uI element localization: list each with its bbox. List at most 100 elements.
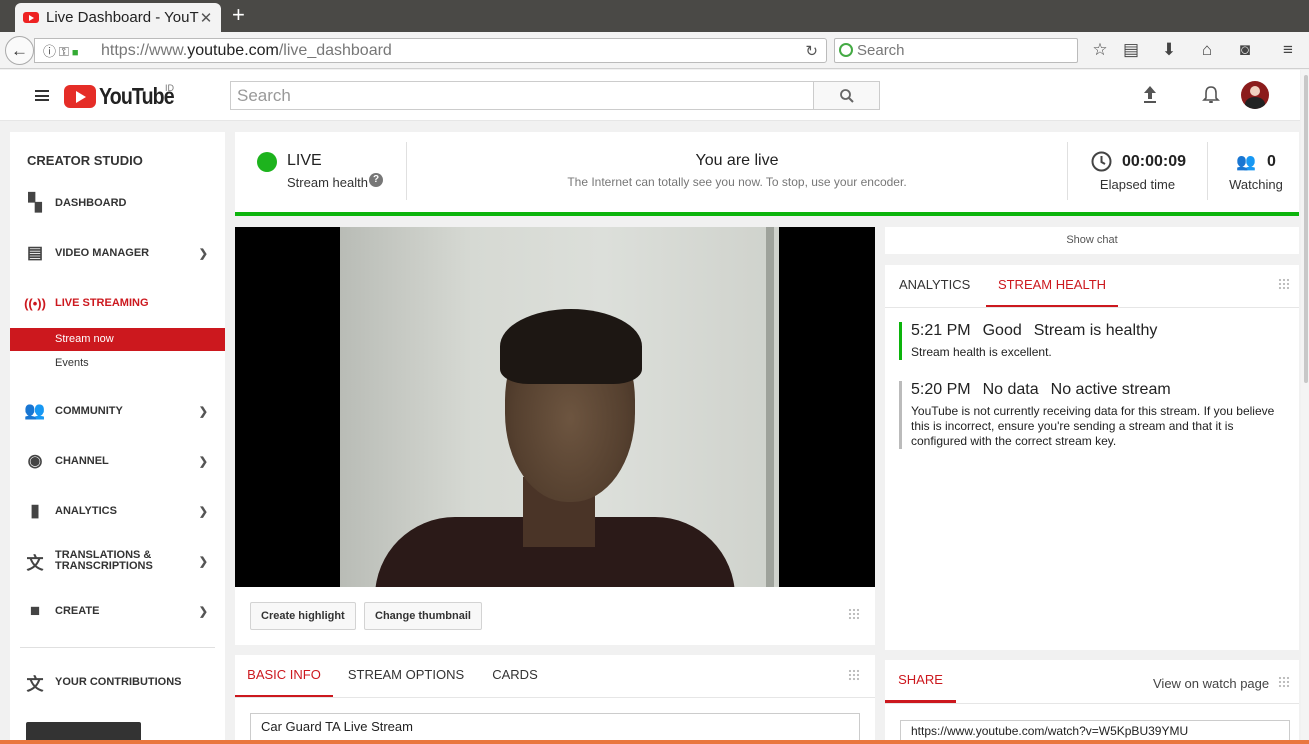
analytics-icon: ▮ [30, 501, 40, 520]
notifications-bell-icon[interactable] [1202, 85, 1220, 105]
watching-count: 0 [1267, 153, 1276, 170]
elapsed-time-value: 00:00:09 [1122, 153, 1187, 170]
stream-title-input[interactable]: Car Guard TA Live Stream [250, 713, 860, 741]
reload-icon[interactable]: ↻ [805, 42, 818, 60]
entry-time: 5:21 PM [911, 322, 971, 339]
browser-tab[interactable]: Live Dashboard - YouTube ✕ [15, 3, 221, 32]
chevron-down-icon[interactable]: ❯ [199, 505, 208, 518]
tab-share[interactable]: SHARE [885, 660, 956, 703]
search-engine-icon [839, 43, 853, 57]
youtube-logo[interactable]: YouTube ID [64, 83, 187, 109]
site-info-icon[interactable]: ⓘ⚿■ [35, 41, 101, 60]
elapsed-time-label: Elapsed time [1099, 177, 1176, 192]
stream-health-panel: ANALYTICS STREAM HEALTH 5:21 PM Good Strea… [885, 265, 1299, 650]
youtube-favicon-icon [23, 12, 39, 23]
entry-summary: Stream is healthy [1033, 322, 1158, 339]
sidebar-item-dashboard[interactable]: ▚ DASHBOARD [10, 188, 225, 218]
sidebar-item-community[interactable]: 👥 COMMUNITY ❯ [10, 396, 225, 426]
health-entry: 5:20 PM No data No active stream YouTube i… [899, 381, 1289, 449]
taskbar-edge [0, 740, 1309, 744]
channel-icon: ◉ [27, 451, 43, 470]
create-icon: ■ [29, 601, 41, 620]
sidebar-item-contributions[interactable]: 文 YOUR CONTRIBUTIONS [10, 667, 225, 697]
entry-detail: YouTube is not currently receiving data … [911, 404, 1275, 448]
hamburger-menu-icon[interactable] [35, 90, 49, 101]
show-chat-button[interactable]: Show chat [885, 227, 1299, 254]
sidebar-item-channel[interactable]: ◉ CHANNEL ❯ [10, 446, 225, 476]
entry-summary: No active stream [1050, 381, 1171, 398]
stream-health-label: Stream health [287, 175, 368, 190]
tab-analytics[interactable]: ANALYTICS [899, 265, 970, 308]
scrollbar-thumb[interactable] [1304, 75, 1308, 383]
change-thumbnail-button[interactable]: Change thumbnail [364, 602, 482, 630]
download-icon[interactable]: ⬇ [1158, 40, 1180, 60]
back-button[interactable]: ← [5, 36, 34, 65]
reading-list-icon[interactable]: ▤ [1120, 40, 1142, 60]
sidebar-subitem-events[interactable]: Events [10, 352, 225, 375]
url-path: /live_dashboard [278, 41, 392, 59]
sidebar-item-label: VIDEO MANAGER [55, 247, 150, 259]
live-subline: The Internet can totally see you now. To… [567, 175, 907, 189]
sidebar-item-create[interactable]: ■ CREATE ❯ [10, 596, 225, 626]
chevron-down-icon[interactable]: ❯ [199, 247, 208, 260]
video-manager-icon: ▤ [26, 243, 44, 262]
stream-info-panel: BASIC INFO STREAM OPTIONS CARDS Car Guar… [235, 655, 875, 744]
chevron-down-icon[interactable]: ❯ [199, 455, 208, 468]
video-preview[interactable] [235, 227, 875, 587]
sidebar-item-live-streaming[interactable]: ((•)) LIVE STREAMING [10, 288, 225, 318]
tab-cards[interactable]: CARDS [483, 655, 547, 698]
sidebar-item-analytics[interactable]: ▮ ANALYTICS ❯ [10, 496, 225, 526]
drag-handle-icon[interactable] [1278, 676, 1290, 688]
upload-icon[interactable] [1142, 85, 1158, 105]
entry-status: No data [982, 381, 1039, 398]
sidebar-item-translations[interactable]: 文 TRANSLATIONS & TRANSCRIPTIONS ❯ [10, 546, 225, 576]
lock-icon: ■ [71, 47, 82, 59]
browser-nav-bar: ← ⓘ⚿■ https://www. youtube.com/live_dashb… [0, 32, 1309, 69]
bookmark-star-icon[interactable]: ☆ [1089, 40, 1111, 60]
avatar[interactable] [1241, 81, 1269, 109]
live-icon: ((•)) [24, 295, 46, 311]
tab-stream-options[interactable]: STREAM OPTIONS [343, 655, 469, 698]
tab-close-icon[interactable]: ✕ [199, 9, 213, 27]
contributions-icon: 文 [26, 674, 44, 694]
live-status-dot [257, 152, 277, 172]
chevron-down-icon[interactable]: ❯ [199, 605, 208, 618]
live-label: LIVE [287, 152, 322, 169]
search-input[interactable]: Search [230, 81, 814, 110]
entry-time: 5:20 PM [911, 381, 971, 398]
sidebar-item-label: TRANSLATIONS & TRANSCRIPTIONS [55, 549, 153, 572]
search-icon [839, 89, 854, 103]
chevron-down-icon[interactable]: ❯ [199, 405, 208, 418]
tab-stream-health[interactable]: STREAM HEALTH [986, 265, 1118, 308]
drag-handle-icon[interactable] [1278, 278, 1290, 290]
url-prefix: https://www. [101, 41, 188, 59]
community-icon: 👥 [24, 401, 46, 420]
live-headline: You are live [695, 152, 779, 169]
pocket-icon[interactable]: ◙ [1234, 40, 1256, 60]
tab-divider [885, 703, 1299, 704]
view-on-watch-page-link[interactable]: View on watch page [1153, 676, 1269, 691]
create-highlight-button[interactable]: Create highlight [250, 602, 356, 630]
search-button[interactable] [813, 81, 880, 110]
entry-status: Good [982, 322, 1022, 339]
browser-search-input[interactable]: Search [834, 38, 1078, 63]
sidebar-subitem-stream-now[interactable]: Stream now [10, 328, 225, 351]
video-subject-hair [500, 309, 642, 384]
sidebar-item-label: CREATE [55, 605, 100, 617]
tab-basic-info[interactable]: BASIC INFO [235, 655, 333, 698]
translate-icon: 文 [26, 553, 44, 573]
viewers-icon: 👥 [1236, 154, 1256, 171]
new-tab-button[interactable]: + [232, 4, 245, 26]
url-domain: youtube.com [187, 41, 279, 59]
sidebar-item-video-manager[interactable]: ▤ VIDEO MANAGER ❯ [10, 238, 225, 268]
sidebar-item-label: ANALYTICS [55, 505, 117, 517]
browser-search-placeholder: Search [857, 42, 905, 59]
help-icon[interactable]: ? [369, 173, 383, 187]
drag-handle-icon[interactable] [848, 608, 860, 620]
url-bar[interactable]: ⓘ⚿■ https://www. youtube.com/live_dashboa… [34, 38, 827, 63]
chevron-down-icon[interactable]: ❯ [199, 555, 208, 568]
home-icon[interactable]: ⌂ [1196, 40, 1218, 60]
drag-handle-icon[interactable] [848, 669, 860, 681]
logo-text: YouTube [99, 82, 175, 109]
menu-icon[interactable]: ≡ [1277, 40, 1299, 60]
